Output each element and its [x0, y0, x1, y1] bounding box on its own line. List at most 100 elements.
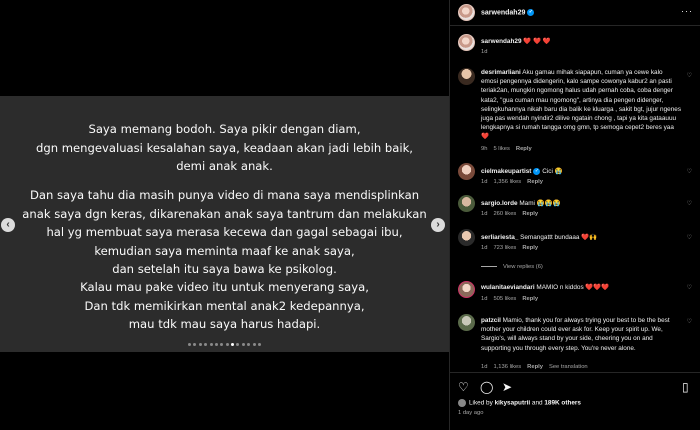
slide-paragraph-2: Dan saya tahu dia masih punya video di m… [0, 186, 449, 279]
carousel-next-button[interactable]: › [431, 218, 445, 232]
like-count[interactable]: 1,136 likes [493, 364, 521, 370]
like-count[interactable]: 260 likes [493, 211, 516, 217]
carousel-dot[interactable] [188, 343, 192, 347]
username-text[interactable]: sarwendah29 [481, 9, 525, 16]
comment-meta: 1d 1,136 likes Reply See translation [481, 364, 594, 370]
carousel-dot[interactable] [241, 343, 245, 347]
avatar[interactable] [458, 229, 475, 246]
like-count[interactable]: 5 likes [493, 146, 509, 152]
post-header: sarwendah29 ✓ ··· [450, 0, 700, 26]
share-icon[interactable]: ➤ [502, 380, 512, 394]
more-horizontal-icon[interactable]: ··· [681, 6, 693, 16]
caption-username[interactable]: sarwendah29 [481, 38, 522, 45]
see-translation-button[interactable]: See translation [549, 364, 588, 370]
slide-line: dgn mengevaluasi kesalahan saya, keadaan… [35, 140, 413, 155]
carousel-dot[interactable] [236, 343, 240, 347]
header-username[interactable]: sarwendah29 ✓ [481, 9, 535, 16]
view-replies-button[interactable]: View replies (6) [481, 264, 543, 270]
timestamp: 1d [481, 179, 488, 185]
heart-icon[interactable]: ♡ [687, 200, 692, 207]
avatar[interactable] [458, 4, 475, 21]
carousel-dot[interactable] [204, 343, 208, 347]
likes-summary: Liked by kikysaputrii and 189K others [458, 399, 581, 407]
comments-panel: sarwendah29 ✓ ··· sarwendah29 ❤️ ❤️ ❤️ 1d… [449, 0, 700, 430]
like-count[interactable]: 723 likes [493, 245, 516, 251]
comment-username[interactable]: sargio.lorde [481, 200, 518, 207]
heart-icon[interactable]: ♡ [458, 380, 469, 394]
comment-username[interactable]: desrimarliani [481, 69, 521, 76]
slide-line: anak saya dgn keras, dikarenakan anak sa… [22, 206, 427, 221]
carousel-dot[interactable] [193, 343, 197, 347]
carousel-dot[interactable] [198, 343, 202, 347]
carousel-dot[interactable] [209, 343, 213, 347]
liked-by-user[interactable]: kikysaputrii [495, 400, 531, 407]
post-timestamp: 1 day ago [458, 410, 484, 416]
timestamp: 9h [481, 146, 488, 152]
carousel-dot[interactable] [214, 343, 218, 347]
avatar[interactable] [458, 314, 475, 331]
like-count[interactable]: 1,356 likes [493, 179, 521, 185]
slide-line: Dan tdk memikirkan mental anak2 kedepann… [84, 298, 365, 313]
timestamp: 1d [481, 364, 488, 370]
bookmark-icon[interactable]: ▯ [682, 380, 689, 394]
reply-button[interactable]: Reply [522, 296, 538, 302]
likes-joiner: and [531, 399, 543, 407]
verified-badge-icon: ✓ [533, 167, 541, 175]
caption-meta: 1d [481, 49, 493, 55]
avatar[interactable] [458, 34, 475, 51]
heart-icon[interactable]: ♡ [687, 284, 692, 291]
comment: desrimarliani Aku gamau mihak siapapun, … [481, 68, 681, 142]
carousel-dot[interactable] [257, 343, 261, 347]
comment-icon[interactable]: ◯ [480, 380, 493, 394]
slide-line: hal yg membuat saya merasa kecewa dan ga… [46, 225, 403, 239]
comment: patzcil Mamio, thank you for always tryi… [481, 316, 681, 353]
comment-username[interactable]: serliariesta_ [481, 234, 518, 241]
avatar [458, 399, 466, 407]
reply-button[interactable]: Reply [522, 245, 538, 251]
comment-username[interactable]: patzcil [481, 317, 501, 324]
comment: wulanitaeviandari MAMIO n kiddos ❤️❤️❤️ [481, 283, 681, 292]
like-count[interactable]: 505 likes [493, 296, 516, 302]
slide-line: Saya memang bodoh. Saya pikir dengan dia… [88, 122, 361, 136]
comment-meta: 1d 1,356 likes Reply [481, 179, 549, 185]
comment-text: Mami 😭😭😭 [519, 200, 561, 207]
chevron-left-icon: ‹ [6, 219, 10, 230]
comment-meta: 1d 505 likes Reply [481, 296, 544, 302]
heart-icon[interactable]: ♡ [687, 234, 692, 241]
avatar[interactable] [458, 281, 475, 298]
slide-line: dan setelah itu saya bawa ke psikolog. [112, 262, 337, 276]
timestamp: 1d [481, 211, 488, 217]
reply-button[interactable]: Reply [527, 179, 543, 185]
reply-button[interactable]: Reply [516, 146, 532, 152]
comment-username[interactable]: wulanitaeviandari [481, 284, 535, 291]
heart-icon[interactable]: ♡ [687, 318, 692, 325]
slide-paragraph-3: Kalau mau pake video itu untuk menyerang… [0, 278, 449, 334]
post-media: Saya memang bodoh. Saya pikir dengan dia… [0, 0, 449, 430]
caption-text: ❤️ ❤️ ❤️ [523, 38, 551, 45]
slide-line: kemudian saya meminta maaf ke anak saya, [94, 243, 355, 258]
heart-icon[interactable]: ♡ [687, 72, 692, 79]
timestamp: 1d [481, 245, 488, 251]
comment-meta: 1d 723 likes Reply [481, 245, 544, 251]
heart-icon[interactable]: ♡ [687, 168, 692, 175]
carousel-dot[interactable] [231, 343, 235, 347]
comment-text: MAMIO n kiddos ❤️❤️❤️ [536, 284, 610, 291]
carousel-dot[interactable] [247, 343, 251, 347]
slide-line: Dan saya tahu dia masih punya video di m… [29, 188, 420, 202]
slide-line: mau tdk mau saya harus hadapi. [128, 317, 321, 331]
slide-line: Kalau mau pake video itu untuk menyerang… [80, 280, 369, 294]
carousel-dot[interactable] [220, 343, 224, 347]
reply-button[interactable]: Reply [527, 364, 543, 370]
liked-by-others[interactable]: 189K others [544, 400, 581, 407]
reply-button[interactable]: Reply [522, 211, 538, 217]
avatar[interactable] [458, 68, 475, 85]
carousel-dot[interactable] [225, 343, 229, 347]
carousel-dot[interactable] [252, 343, 256, 347]
avatar[interactable] [458, 195, 475, 212]
carousel-prev-button[interactable]: ‹ [1, 218, 15, 232]
comment: serliariesta_ Semangattt bundaaa ❤️🙌 [481, 233, 681, 242]
comment-text: Semangattt bundaaa ❤️🙌 [520, 234, 598, 241]
comment-username[interactable]: cielmakeupartist [481, 168, 531, 175]
timestamp: 1d [481, 49, 488, 55]
avatar[interactable] [458, 163, 475, 180]
